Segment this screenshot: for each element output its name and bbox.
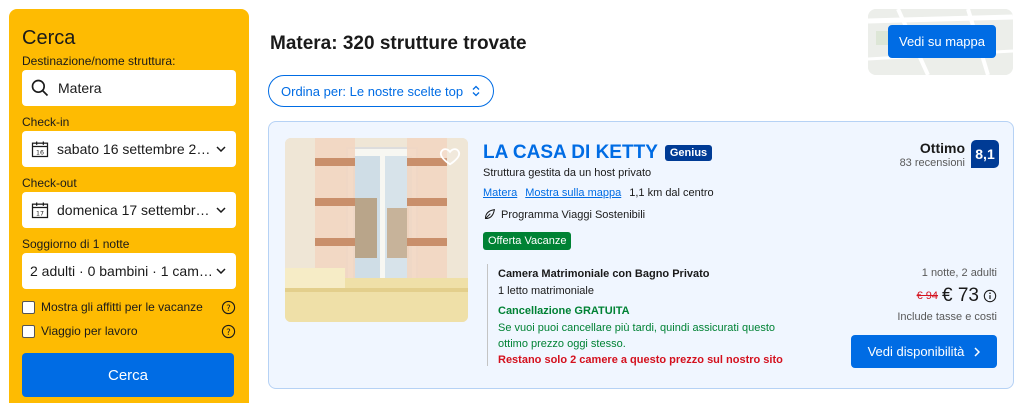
search-button[interactable]: Cerca bbox=[22, 353, 234, 397]
score-badge: 8,1 bbox=[971, 140, 999, 168]
svg-text:17: 17 bbox=[36, 210, 44, 217]
svg-text:16: 16 bbox=[36, 149, 44, 156]
cancellation-note: Se vuoi puoi cancellare più tardi, quind… bbox=[498, 322, 775, 350]
help-icon[interactable]: ? bbox=[221, 300, 236, 315]
sustainability-row: Programma Viaggi Sostenibili bbox=[483, 208, 645, 221]
score-word: Ottimo bbox=[919, 140, 965, 156]
help-icon[interactable]: ? bbox=[221, 324, 236, 339]
checkin-field[interactable]: 16 sabato 16 settembre 2023 bbox=[22, 131, 236, 167]
destination-input[interactable]: Matera bbox=[22, 70, 236, 106]
room-details: Camera Matrimoniale con Bagno Privato 1 … bbox=[487, 264, 787, 366]
business-checkbox[interactable] bbox=[22, 324, 35, 338]
scarcity-message: Restano solo 2 camere a questo prezzo su… bbox=[498, 354, 783, 366]
map-preview[interactable]: Vedi su mappa bbox=[868, 9, 1013, 75]
chevron-down-icon bbox=[214, 207, 228, 213]
calendar-icon: 17 bbox=[31, 202, 49, 219]
city-link[interactable]: Matera bbox=[483, 187, 517, 199]
availability-label: Vedi disponibilità bbox=[867, 344, 965, 359]
see-availability-button[interactable]: Vedi disponibilità bbox=[851, 335, 997, 368]
property-name-row: LA CASA DI KETTY Genius bbox=[483, 142, 713, 164]
info-icon[interactable] bbox=[983, 289, 997, 303]
leaf-icon bbox=[484, 209, 495, 220]
guests-value: 2 adulti · 0 bambini · 1 camera bbox=[30, 263, 214, 279]
rentals-checkbox[interactable] bbox=[22, 300, 35, 314]
guests-select[interactable]: 2 adulti · 0 bambini · 1 camera bbox=[22, 253, 236, 289]
rentals-label[interactable]: Mostra gli affitti per le vacanze bbox=[41, 300, 221, 314]
free-cancellation: Cancellazione GRATUITA bbox=[498, 305, 630, 317]
view-map-button[interactable]: Vedi su mappa bbox=[888, 25, 996, 58]
sort-button[interactable]: Ordina per: Le nostre scelte top bbox=[268, 75, 495, 107]
score-text: Ottimo 83 recensioni bbox=[900, 140, 965, 169]
location-links: Matera Mostra sulla mappa 1,1 km dal cen… bbox=[483, 187, 714, 199]
checkout-label: Check-out bbox=[22, 176, 77, 190]
room-name: Camera Matrimoniale con Bagno Privato bbox=[498, 268, 710, 280]
price-row: € 94 € 73 bbox=[897, 285, 997, 307]
current-price: € 73 bbox=[942, 285, 979, 306]
business-label[interactable]: Viaggio per lavoro bbox=[41, 324, 221, 338]
calendar-icon: 16 bbox=[31, 141, 49, 158]
review-count: 83 recensioni bbox=[899, 157, 965, 169]
stay-info: 1 notte, 2 adulti bbox=[921, 267, 997, 279]
svg-text:?: ? bbox=[226, 326, 230, 336]
show-on-map-link[interactable]: Mostra sulla mappa bbox=[525, 187, 621, 199]
stay-length-label: Soggiorno di 1 notte bbox=[22, 237, 130, 251]
results-title: Matera: 320 strutture trovate bbox=[270, 33, 527, 54]
sort-chevrons-icon bbox=[472, 85, 480, 97]
rentals-option: Mostra gli affitti per le vacanze ? bbox=[22, 298, 236, 316]
destination-label: Destinazione/nome struttura: bbox=[22, 54, 176, 68]
chevron-down-icon bbox=[214, 146, 228, 152]
checkin-label: Check-in bbox=[22, 115, 70, 129]
search-icon bbox=[31, 79, 49, 97]
tax-note: Include tasse e costi bbox=[897, 311, 997, 323]
review-score[interactable]: Ottimo 83 recensioni 8,1 bbox=[900, 140, 999, 169]
search-panel: Cerca Destinazione/nome struttura: Mater… bbox=[9, 9, 249, 403]
checkout-field[interactable]: 17 domenica 17 settembre 2023 bbox=[22, 192, 236, 228]
original-price: € 94 bbox=[916, 290, 939, 302]
search-panel-title: Cerca bbox=[22, 27, 76, 49]
host-note: Struttura gestita da un host privato bbox=[483, 167, 652, 179]
price-block: 1 notte, 2 adulti € 94 € 73 Include tass… bbox=[897, 267, 997, 323]
destination-value: Matera bbox=[58, 80, 102, 96]
sustainability-label: Programma Viaggi Sostenibili bbox=[501, 208, 646, 221]
business-option: Viaggio per lavoro ? bbox=[22, 322, 236, 340]
checkin-value: sabato 16 settembre 2023 bbox=[57, 141, 214, 157]
bed-info: 1 letto matrimoniale bbox=[498, 285, 594, 297]
genius-badge: Genius bbox=[664, 145, 713, 161]
property-card: LA CASA DI KETTY Genius Struttura gestit… bbox=[268, 121, 1014, 389]
chevron-right-icon bbox=[974, 346, 981, 357]
distance-text: 1,1 km dal centro bbox=[629, 187, 714, 199]
chevron-down-icon bbox=[214, 268, 228, 274]
property-name-link[interactable]: LA CASA DI KETTY bbox=[483, 142, 658, 164]
deal-badge: Offerta Vacanze bbox=[483, 232, 572, 250]
svg-text:?: ? bbox=[226, 302, 230, 312]
checkout-value: domenica 17 settembre 2023 bbox=[57, 202, 214, 218]
favorite-heart-icon[interactable] bbox=[439, 145, 461, 167]
sort-label: Ordina per: Le nostre scelte top bbox=[281, 83, 464, 99]
